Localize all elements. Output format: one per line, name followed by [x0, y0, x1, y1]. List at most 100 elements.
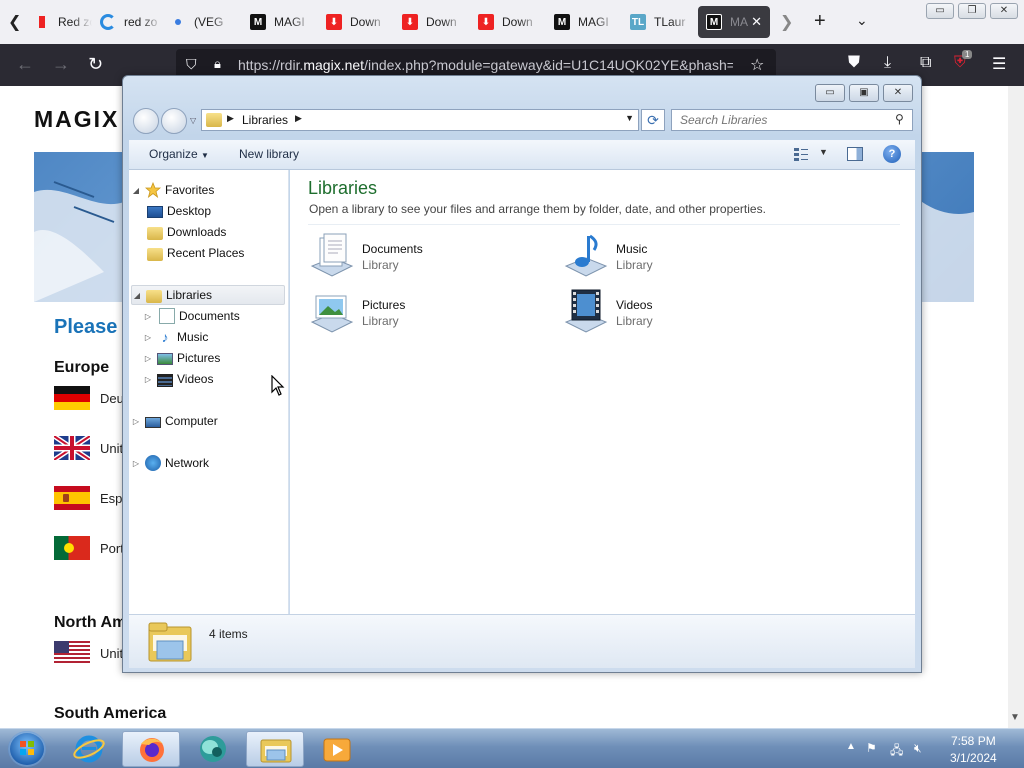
internet-explorer-taskbar-button[interactable]	[60, 731, 118, 767]
pocket-icon[interactable]: ⛊	[848, 54, 860, 72]
breadcrumb-arrow-icon[interactable]: ▶	[295, 113, 302, 124]
clock-date[interactable]: 3/1/2024	[950, 751, 997, 765]
collapse-arrow-icon[interactable]: ▷	[143, 375, 153, 384]
scroll-down-arrow-icon[interactable]: ▼	[1010, 712, 1020, 723]
collapse-arrow-icon[interactable]: ▷	[143, 333, 153, 342]
url-text[interactable]: https://rdir.magix.net/index.php?module=…	[238, 57, 733, 73]
explorer-close-button[interactable]: ✕	[883, 84, 913, 102]
country-link[interactable]: Unit	[54, 436, 123, 460]
tab-title: MA	[730, 15, 748, 29]
country-link[interactable]: Unit	[54, 641, 123, 665]
browser-tab[interactable]: ⬇ Down	[470, 6, 540, 38]
firefox-taskbar-button[interactable]	[122, 731, 180, 767]
window-minimize-button[interactable]: ▭	[926, 3, 954, 19]
window-restore-button[interactable]: ❐	[958, 3, 986, 19]
collapse-arrow-icon[interactable]: ▷	[143, 354, 153, 363]
explorer-minimize-button[interactable]: ▭	[815, 84, 845, 102]
app-orb-taskbar-button[interactable]	[184, 731, 242, 767]
preview-pane-icon[interactable]	[847, 147, 863, 161]
nav-item-computer[interactable]: ▷ Computer	[131, 411, 285, 431]
collapse-arrow-icon[interactable]: ▷	[143, 312, 153, 321]
forward-button[interactable]	[161, 108, 187, 134]
magix-logo[interactable]: MAGIX	[34, 106, 119, 133]
search-icon[interactable]: ⚲	[895, 112, 904, 126]
tab-title: MAGI	[274, 15, 305, 29]
library-item-music[interactable]: Music Library	[562, 232, 792, 282]
help-icon[interactable]: ?	[883, 145, 901, 163]
extensions-icon[interactable]: ⧉	[920, 54, 931, 72]
downloads-icon[interactable]: ⤓	[884, 54, 891, 72]
nav-item-recent-places[interactable]: Recent Places	[131, 243, 285, 263]
library-name: Music	[616, 242, 648, 256]
tab-title: Down	[350, 15, 381, 29]
nav-item-desktop[interactable]: Desktop	[131, 201, 285, 221]
start-button[interactable]	[8, 731, 46, 767]
organize-button[interactable]: Organize ▼	[149, 147, 209, 161]
nav-item-network[interactable]: ▷ Network	[131, 453, 285, 473]
browser-tab[interactable]: (VEG	[162, 6, 232, 38]
breadcrumb-arrow-icon[interactable]: ▶	[227, 113, 234, 124]
tab-scroll-left-icon[interactable]: ❮	[8, 12, 24, 32]
library-item-documents[interactable]: Documents Library	[308, 232, 538, 282]
browser-tab[interactable]: red zo	[92, 6, 162, 38]
nav-item-music[interactable]: ▷ ♪ Music	[131, 327, 285, 347]
browser-tab[interactable]: Red zo	[26, 6, 92, 38]
recent-pages-dropdown-icon[interactable]: ▽	[190, 116, 196, 125]
network-status-icon[interactable]: 🖧︎	[890, 741, 903, 762]
action-center-flag-icon[interactable]: ⚑	[866, 741, 877, 755]
tracking-shield-icon[interactable]: ⛉	[186, 56, 197, 73]
germany-flag-icon	[54, 386, 90, 410]
country-link[interactable]: Esp	[54, 486, 122, 510]
breadcrumb-libraries[interactable]: Libraries	[242, 113, 288, 127]
nav-item-favorites[interactable]: ◢ Favorites	[131, 180, 285, 200]
windows-explorer-taskbar-button[interactable]	[246, 731, 304, 767]
details-pane: 4 items	[129, 614, 915, 668]
bookmark-star-icon[interactable]: ☆	[750, 55, 764, 75]
country-link[interactable]: Deu	[54, 386, 124, 410]
browser-tab[interactable]: M MAGI	[546, 6, 616, 38]
browser-tab[interactable]: ⬇ Down	[394, 6, 464, 38]
browser-tab[interactable]: M MAGI	[242, 6, 312, 38]
page-scrollbar[interactable]	[1008, 86, 1024, 728]
address-bar[interactable]: ▶ Libraries ▶ ▼	[201, 109, 639, 131]
media-player-taskbar-button[interactable]	[308, 731, 366, 767]
show-hidden-icons-arrow-icon[interactable]: ▲	[846, 741, 856, 752]
expand-arrow-icon[interactable]: ◢	[132, 291, 142, 300]
nav-item-libraries[interactable]: ◢ Libraries	[131, 285, 285, 305]
expand-arrow-icon[interactable]: ◢	[131, 186, 141, 195]
menu-hamburger-icon[interactable]: ☰	[992, 54, 1006, 74]
back-arrow-icon[interactable]: ←	[16, 54, 34, 75]
country-link[interactable]: Port	[54, 536, 124, 560]
address-dropdown-icon[interactable]: ▼	[625, 113, 634, 123]
volume-muted-icon[interactable]: 🔇︎	[914, 741, 922, 756]
nav-item-downloads[interactable]: Downloads	[131, 222, 285, 242]
blue-dot-icon	[175, 19, 181, 25]
lock-icon[interactable]: 🔒︎	[214, 56, 221, 72]
explorer-maximize-button[interactable]: ▣	[849, 84, 879, 102]
browser-tab-active[interactable]: M MA ✕	[698, 6, 770, 38]
collapse-arrow-icon[interactable]: ▷	[131, 459, 141, 468]
collapse-arrow-icon[interactable]: ▷	[131, 417, 141, 426]
change-view-icon[interactable]	[793, 146, 809, 162]
new-library-button[interactable]: New library	[239, 147, 299, 161]
clock-time[interactable]: 7:58 PM	[951, 734, 996, 748]
back-button[interactable]	[133, 108, 159, 134]
reload-icon[interactable]: ↻	[88, 54, 103, 75]
nav-item-documents[interactable]: ▷ Documents	[131, 306, 285, 326]
tab-scroll-right-icon[interactable]: ❯	[780, 12, 793, 32]
library-item-videos[interactable]: Videos Library	[562, 288, 792, 338]
browser-tab[interactable]: TL TLaur	[622, 6, 692, 38]
country-label: Unit	[100, 440, 124, 456]
nav-item-videos[interactable]: ▷ Videos	[131, 369, 285, 389]
browser-tab[interactable]: ⬇ Down	[318, 6, 388, 38]
list-all-tabs-button[interactable]: ⌄	[856, 12, 868, 29]
close-tab-icon[interactable]: ✕	[751, 14, 762, 30]
new-tab-button[interactable]: +	[814, 10, 826, 33]
library-item-pictures[interactable]: Pictures Library	[308, 288, 538, 338]
window-close-button[interactable]: ✕	[990, 3, 1018, 19]
search-input[interactable]	[671, 109, 913, 131]
view-options-dropdown-icon[interactable]: ▼	[819, 147, 828, 157]
nav-item-pictures[interactable]: ▷ Pictures	[131, 348, 285, 368]
forward-arrow-icon[interactable]: →	[52, 54, 70, 75]
refresh-button[interactable]: ⟳	[641, 109, 665, 131]
